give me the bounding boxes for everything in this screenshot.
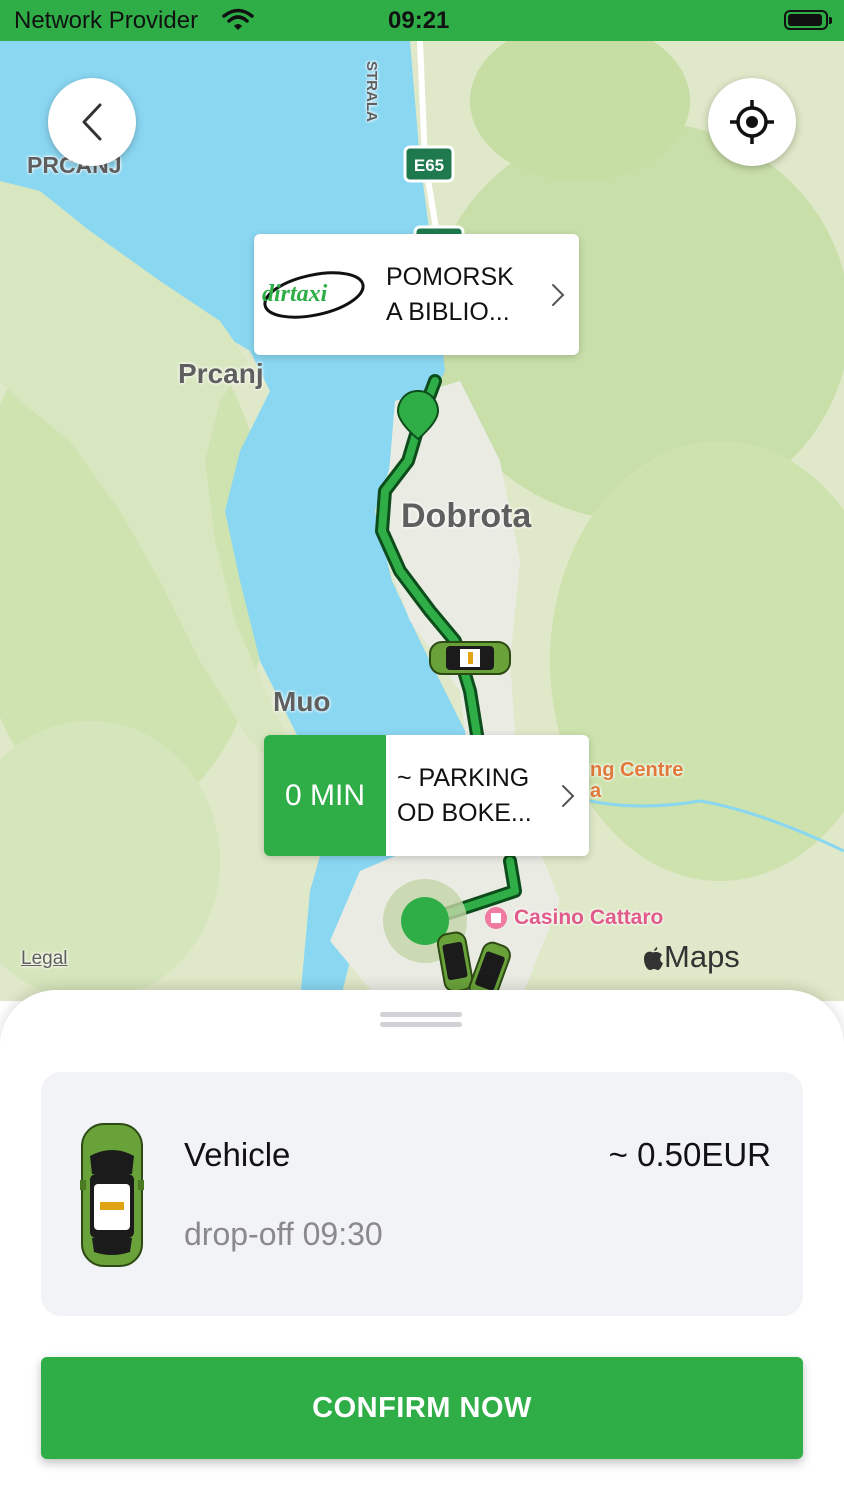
chevron-left-icon xyxy=(82,103,102,141)
crosshair-icon xyxy=(730,100,774,144)
price-estimate: ~ 0.50EUR xyxy=(608,1136,771,1173)
back-button[interactable] xyxy=(48,78,136,166)
booking-sheet: Vehicle ~ 0.50EUR drop-off 09:30 CONFIRM… xyxy=(0,990,844,1500)
dropoff-name-line2: OD BOKE... xyxy=(397,798,532,827)
status-bar: Network Provider 09:21 xyxy=(0,0,844,41)
map-label-prcanj: Prcanj xyxy=(178,358,264,389)
map-label-shopping-centre-2: a xyxy=(590,780,602,802)
route-map[interactable]: E65 PRCANJ STRALA Prcanj Dobrota Muo ng … xyxy=(0,41,844,1001)
vehicle-option-card[interactable]: Vehicle ~ 0.50EUR drop-off 09:30 xyxy=(41,1072,803,1316)
map-label-casino: Casino Cattaro xyxy=(514,906,664,929)
dirtaxi-logo: dirtaxi xyxy=(254,234,374,355)
chevron-right-icon xyxy=(552,283,565,306)
clock: 09:21 xyxy=(388,7,450,34)
taxi-car-icon xyxy=(80,1123,144,1267)
legal-link[interactable]: Legal xyxy=(21,948,68,970)
sheet-grabber[interactable] xyxy=(380,1012,462,1028)
confirm-now-button[interactable]: CONFIRM NOW xyxy=(41,1357,803,1459)
map-label-dobrota: Dobrota xyxy=(401,497,532,535)
vehicle-name: Vehicle xyxy=(184,1136,291,1173)
pickup-name-line2: A BIBLIO... xyxy=(386,297,510,326)
battery-icon xyxy=(784,10,832,30)
map-label-muo: Muo xyxy=(273,686,331,717)
apple-maps-logo: Maps xyxy=(640,939,740,975)
apple-icon xyxy=(644,947,663,970)
eta-badge: 0 MIN xyxy=(264,735,386,856)
network-provider: Network Provider xyxy=(14,7,199,34)
locate-me-button[interactable] xyxy=(708,78,796,166)
wifi-icon xyxy=(222,8,254,37)
dropoff-name-line1: ~ PARKING xyxy=(397,763,530,792)
maps-brand-text: Maps xyxy=(664,939,740,974)
pickup-callout[interactable]: dirtaxi POMORSK A BIBLIO... xyxy=(254,234,579,355)
dropoff-time: drop-off 09:30 xyxy=(184,1216,383,1252)
pickup-name-line1: POMORSK xyxy=(386,262,514,291)
map-label-shopping-centre: ng Centre xyxy=(590,759,684,781)
dropoff-callout[interactable]: 0 MIN ~ PARKING OD BOKE... xyxy=(264,735,589,856)
chevron-right-icon xyxy=(562,784,575,807)
svg-text:E65: E65 xyxy=(414,156,444,175)
svg-text:dirtaxi: dirtaxi xyxy=(262,281,328,307)
map-label-road-strala: STRALA xyxy=(363,61,380,122)
